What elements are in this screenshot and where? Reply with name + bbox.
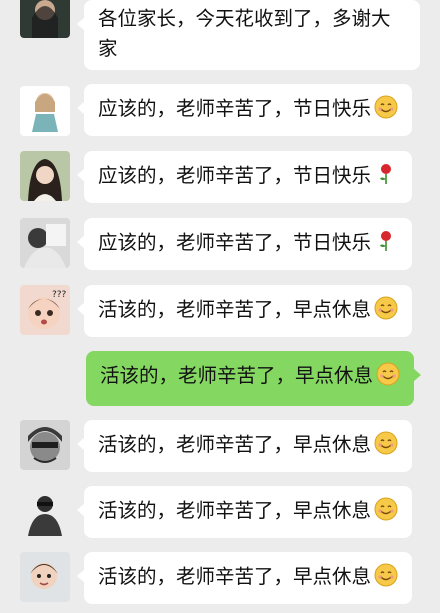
avatar-badge: ???	[52, 290, 67, 300]
message-text: 各位家长，今天花收到了，多谢大	[98, 7, 391, 30]
avatar[interactable]	[20, 0, 70, 38]
message-bubble[interactable]: 活该的，老师辛苦了，早点休息	[86, 351, 422, 406]
smile-emoji-icon	[374, 431, 398, 455]
avatar[interactable]: ???	[20, 285, 70, 335]
message-bubble[interactable]: 活该的，老师辛苦了，早点休息	[76, 285, 413, 337]
message-text: 应该的，老师辛苦了，节日快乐	[98, 164, 372, 187]
message-text: 应该的，老师辛苦了，节日快乐	[98, 231, 372, 254]
avatar[interactable]	[20, 151, 70, 201]
message-text: 活该的，老师辛苦了，早点休息	[100, 364, 374, 387]
avatar[interactable]	[20, 86, 70, 136]
message-bubble[interactable]: 应该的，老师辛苦了，节日快乐	[76, 84, 413, 136]
avatar[interactable]	[20, 486, 70, 536]
rose-emoji-icon	[374, 162, 398, 186]
rose-emoji-icon	[374, 229, 398, 253]
message-bubble[interactable]: 活该的，老师辛苦了，早点休息	[76, 552, 413, 604]
smile-emoji-icon	[374, 95, 398, 119]
message-text: 活该的，老师辛苦了，早点休息	[98, 298, 372, 321]
message-text: 活该的，老师辛苦了，早点休息	[98, 499, 372, 522]
message-bubble[interactable]: 活该的，老师辛苦了，早点休息	[76, 486, 413, 538]
smile-emoji-icon	[376, 362, 400, 386]
message-bubble[interactable]: 应该的，老师辛苦了，节日快乐	[76, 151, 413, 203]
message-bubble[interactable]: 各位家长，今天花收到了，多谢大 家	[77, 0, 420, 70]
smile-emoji-icon	[374, 497, 398, 521]
avatar[interactable]	[20, 420, 70, 470]
message-bubble[interactable]: 活该的，老师辛苦了，早点休息	[76, 420, 413, 472]
message-text: 活该的，老师辛苦了，早点休息	[98, 433, 372, 456]
smile-emoji-icon	[374, 563, 398, 587]
message-text: 应该的，老师辛苦了，节日快乐	[98, 97, 372, 120]
avatar[interactable]	[20, 218, 70, 268]
smile-emoji-icon	[374, 296, 398, 320]
avatar[interactable]	[20, 552, 70, 602]
message-text-line2: 家	[98, 37, 118, 60]
message-text: 活该的，老师辛苦了，早点休息	[98, 565, 372, 588]
message-bubble[interactable]: 应该的，老师辛苦了，节日快乐	[76, 218, 413, 270]
